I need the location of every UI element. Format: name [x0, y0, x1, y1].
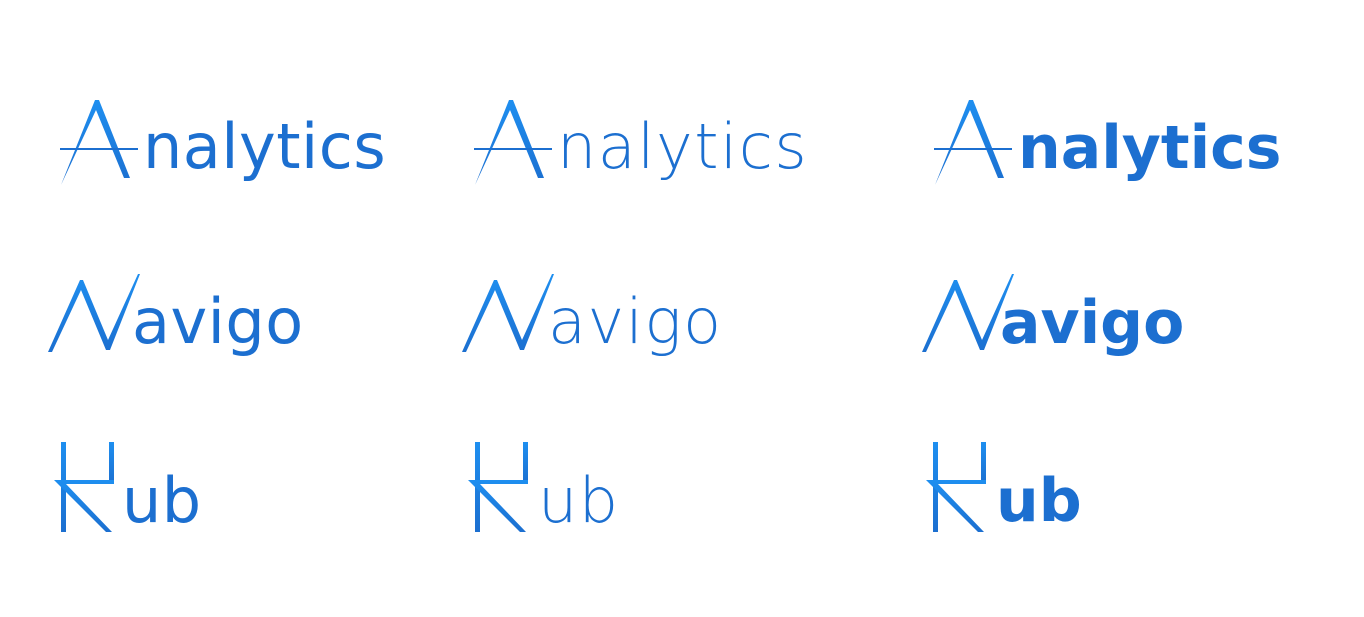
h-mark-icon — [468, 442, 528, 532]
a-mark-icon — [934, 100, 1012, 185]
n-mark-icon — [48, 274, 140, 352]
logo-word-rest: ub — [996, 466, 1082, 536]
analytics-logo-light: nalytics — [472, 98, 822, 208]
logo-word-rest: avigo — [132, 285, 304, 358]
h-mark-icon — [926, 442, 986, 532]
analytics-logo-regular: nalytics — [58, 98, 408, 208]
logo-word-rest: ub — [538, 464, 620, 537]
navigo-logo-bold: avigo — [920, 272, 1220, 382]
logo-word-rest: nalytics — [143, 110, 387, 183]
hub-logo-light: ub — [466, 440, 666, 550]
navigo-logo-regular: avigo — [46, 272, 346, 382]
logo-word-rest: avigo — [1000, 288, 1185, 358]
logo-word-rest: avigo — [548, 285, 723, 358]
hub-logo-regular: ub — [52, 440, 252, 550]
logo-sheet: nalytics nalytics nalytics avigo avigo a… — [0, 0, 1364, 617]
hub-logo-bold: ub — [924, 440, 1124, 550]
logo-word-rest: nalytics — [557, 110, 809, 183]
a-mark-icon — [60, 100, 138, 185]
navigo-logo-light: avigo — [460, 272, 760, 382]
logo-word-rest: nalytics — [1018, 113, 1282, 183]
h-mark-icon — [54, 442, 114, 532]
a-mark-icon — [474, 100, 552, 185]
analytics-logo-bold: nalytics — [932, 98, 1302, 208]
logo-word-rest: ub — [122, 464, 202, 537]
n-mark-icon — [462, 274, 554, 352]
